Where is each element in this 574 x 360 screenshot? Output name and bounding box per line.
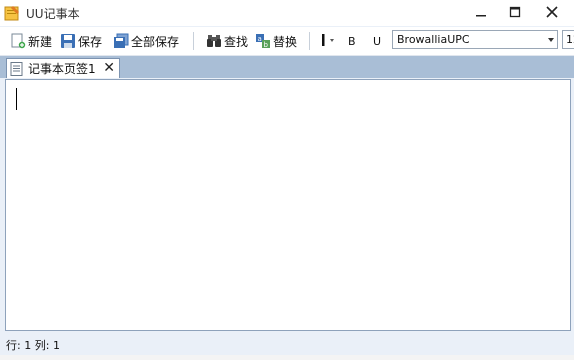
font-family-value: BrowalliaUPC [397,33,470,46]
font-size-select[interactable]: 12 [562,30,574,49]
minimize-button[interactable] [464,0,498,24]
notepad-app-icon [4,5,20,21]
cursor-position: 行: 1 列: 1 [6,337,60,353]
editor-textarea[interactable] [5,79,571,331]
binoculars-icon [206,33,222,49]
col-label: 列: [34,339,50,352]
maximize-icon [509,6,521,18]
find-button[interactable]: 查找 [206,30,248,52]
window-title: UU记事本 [26,7,80,21]
new-button[interactable]: 新建 [10,30,52,52]
text-color-dropdown[interactable] [320,30,338,52]
document-icon [10,61,24,76]
tab-strip: 记事本页签1 ✕ [0,56,574,78]
status-bar: 行: 1 列: 1 [0,333,574,355]
window-bottom-edge [0,355,574,360]
font-size-value: 12 [566,33,574,46]
text-caret [16,88,17,110]
bold-label: B [348,34,356,48]
close-button[interactable] [532,0,572,24]
new-file-icon [10,33,26,49]
save-label: 保存 [78,34,103,49]
row-value: 1 [24,339,32,352]
find-label: 查找 [224,34,249,49]
underline-button[interactable]: U [373,30,381,52]
svg-text:a: a [258,35,262,43]
save-all-label: 全部保存 [131,34,180,49]
replace-icon: ab [255,33,271,49]
maximize-button[interactable] [498,0,532,24]
replace-button[interactable]: ab 替换 [255,30,297,52]
svg-text:b: b [264,41,269,49]
col-value: 1 [52,339,60,352]
tab-label: 记事本页签1 [28,62,96,76]
new-label: 新建 [28,34,53,49]
close-icon [546,6,558,18]
tab-notepad-1[interactable]: 记事本页签1 ✕ [6,58,120,78]
notepad-window: UU记事本 新建 保存 全部保存 查找 a b 替换 B U Browallia… [0,0,574,360]
toolbar-separator [193,32,194,50]
save-all-icon [113,33,129,49]
row-label: 行: [6,339,21,352]
text-color-icon [320,32,338,51]
title-bar: UU记事本 [0,0,574,26]
save-all-button[interactable]: 全部保存 [113,30,179,52]
tab-close-icon[interactable]: ✕ [103,60,115,76]
underline-label: U [373,34,382,48]
replace-label: 替换 [273,34,298,49]
save-button[interactable]: 保存 [60,30,102,52]
toolbar-separator [309,32,310,50]
bold-button[interactable]: B [348,30,356,52]
save-icon [60,33,76,49]
chevron-down-icon [548,38,554,42]
minimize-icon [476,15,486,17]
font-family-select[interactable]: BrowalliaUPC [392,30,558,49]
